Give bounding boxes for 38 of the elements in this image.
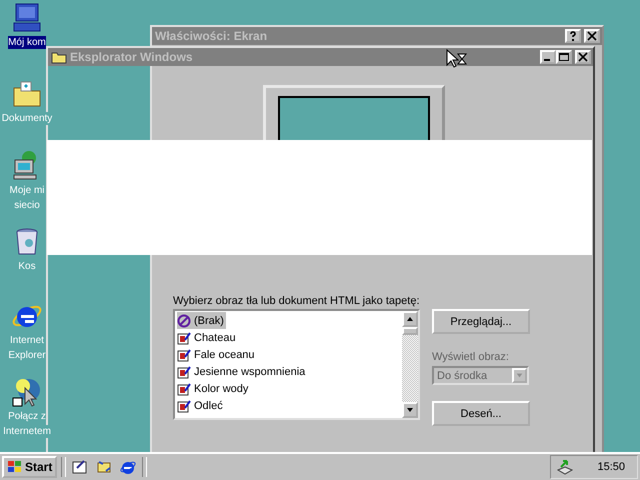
desktop-icon-label[interactable]: Mój kom [8, 36, 46, 49]
clock: 15:50 [597, 461, 625, 473]
close-button[interactable] [575, 50, 591, 64]
maximize-button[interactable] [556, 50, 572, 64]
start-button[interactable]: Start [2, 456, 58, 478]
wallpaper-item[interactable]: Fale oceanu [177, 346, 257, 363]
html-document-icon [177, 348, 191, 362]
browse-button[interactable]: Przeglądaj... [432, 309, 530, 334]
scroll-thumb[interactable] [402, 327, 418, 335]
html-document-icon [177, 398, 191, 412]
minimize-icon [544, 59, 550, 61]
scroll-up-icon[interactable] [402, 311, 418, 327]
html-document-icon [177, 382, 191, 396]
wallpaper-item[interactable]: Jesienne wspomnienia [177, 363, 308, 380]
html-document-icon [177, 364, 191, 378]
no-sign-icon [177, 314, 191, 328]
windows-flag-icon [7, 460, 23, 474]
question-mark-icon [567, 31, 579, 41]
close-button[interactable] [584, 29, 600, 43]
wallpaper-item[interactable]: Kolor wody [177, 380, 250, 397]
maximize-icon [558, 52, 570, 62]
pattern-button[interactable]: Deseń... [432, 401, 530, 426]
html-document-icon [177, 330, 191, 344]
window-title: Właściwości: Ekran [155, 29, 268, 43]
scroll-down-icon[interactable] [402, 402, 418, 418]
minimize-button[interactable] [540, 50, 556, 64]
wallpaper-item[interactable]: (Brak) [177, 312, 226, 329]
scrollbar[interactable] [402, 311, 418, 418]
help-button[interactable] [565, 29, 581, 43]
folder-icon [51, 50, 67, 64]
computer-icon [11, 2, 43, 34]
wallpaper-list[interactable]: (Brak) Chateau Fale oceanu Jesienne wspomnienia Kolor wody Odleć [173, 309, 420, 420]
display-label: Wyświetl obraz: [432, 351, 510, 363]
window-title: Eksplorator Windows [70, 50, 193, 64]
wallpaper-item[interactable]: Chateau [177, 329, 238, 346]
browser-e-icon[interactable] [120, 459, 136, 475]
wallpaper-label: Wybierz obraz tła lub dokument HTML jako tapetę: [173, 295, 420, 307]
wallpaper-item[interactable]: Odleć [177, 397, 225, 414]
